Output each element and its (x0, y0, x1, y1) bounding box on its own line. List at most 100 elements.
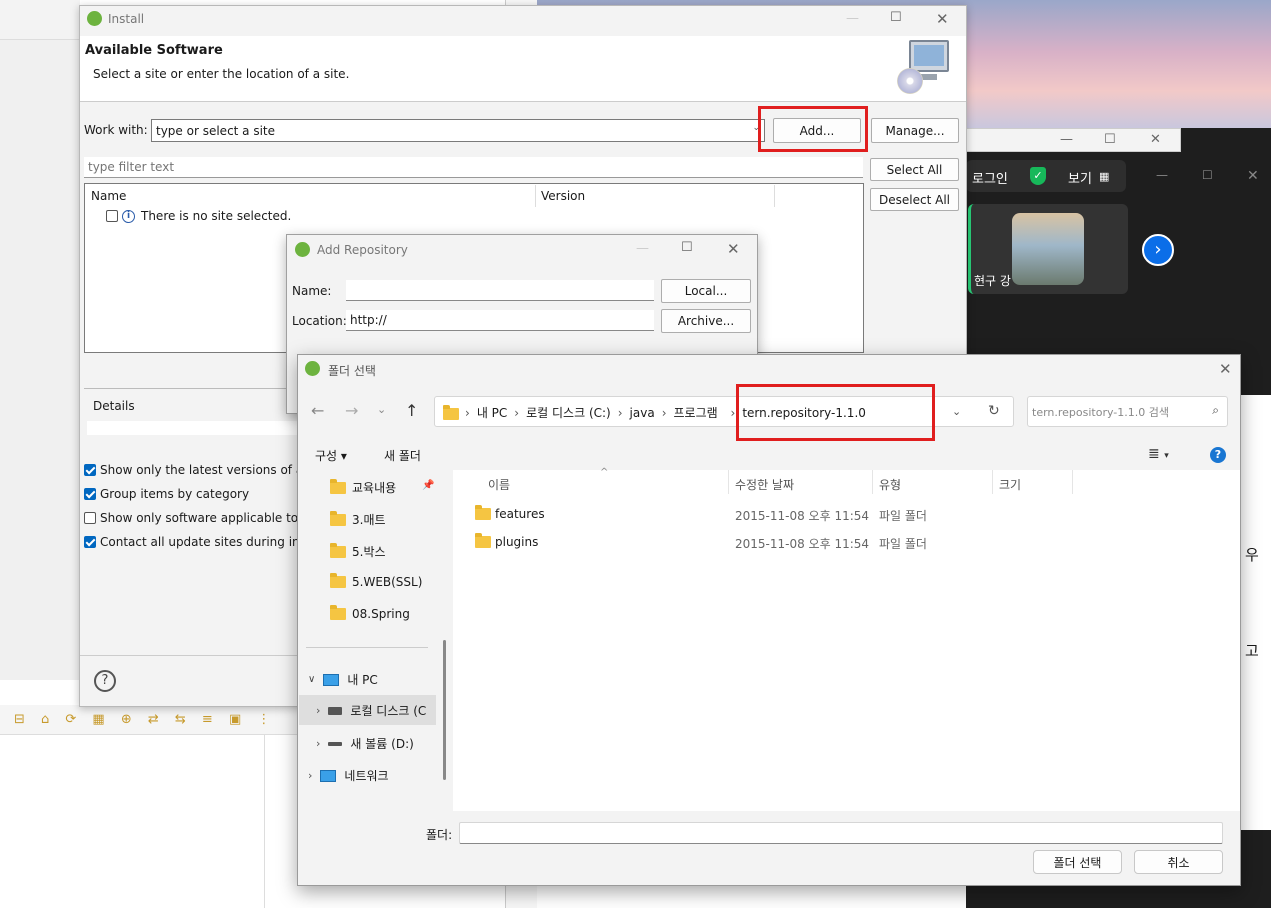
option-latest-checkbox[interactable] (84, 464, 96, 476)
network-row[interactable]: › 네트워크 (308, 767, 389, 784)
app-close-icon[interactable]: ✕ (1247, 168, 1259, 184)
table-row[interactable]: plugins (475, 533, 539, 549)
col-header-name[interactable]: Name (91, 189, 126, 203)
col-divider (535, 185, 536, 207)
eclipse-bottom-pane (0, 735, 300, 908)
drive-d-row[interactable]: › 새 볼륨 (D:) (316, 735, 414, 752)
col-header-size[interactable]: 크기 (999, 476, 1021, 493)
row-checkbox[interactable] (106, 210, 118, 222)
back-arrow-icon[interactable]: ← (311, 401, 324, 420)
up-arrow-icon[interactable]: ↑ (405, 401, 418, 420)
collapse-chevron-icon[interactable]: › (316, 704, 320, 717)
option-contact[interactable]: Contact all update sites during instal (84, 535, 321, 549)
nav-divider (306, 647, 428, 648)
forward-arrow-icon[interactable]: → (345, 401, 358, 420)
search-box[interactable]: tern.repository-1.1.0 검색 ⌕ (1027, 396, 1228, 427)
select-folder-button[interactable]: 폴더 선택 (1033, 850, 1122, 874)
next-arrow-icon[interactable]: › (1142, 234, 1174, 266)
drive-c-label: 로컬 디스크 (C (350, 704, 427, 718)
install-maximize-icon[interactable]: ☐ (890, 10, 902, 25)
local-button[interactable]: Local... (661, 279, 751, 303)
repo-close-icon[interactable]: ✕ (727, 240, 740, 258)
side-text-2: 고 (1245, 642, 1259, 660)
name-field[interactable] (346, 280, 654, 301)
col-header-name[interactable]: 이름 (488, 476, 510, 493)
collapse-chevron-icon[interactable]: › (316, 737, 320, 750)
drive-d-label: 새 볼륨 (D:) (350, 737, 414, 751)
recent-chevron-icon[interactable]: ⌄ (377, 403, 386, 416)
breadcrumb-item[interactable]: 내 PC (477, 404, 507, 421)
location-field[interactable]: http:// (346, 310, 654, 331)
breadcrumb-item[interactable]: 프로그램 (674, 404, 724, 421)
help-circle-icon[interactable]: ? (1210, 447, 1226, 463)
search-icon: ⌕ (1212, 403, 1219, 417)
organize-button[interactable]: 구성 ▾ (315, 447, 347, 464)
help-icon[interactable]: ? (94, 670, 116, 692)
shield-icon: ✓ (1030, 167, 1046, 185)
cancel-button[interactable]: 취소 (1134, 850, 1223, 874)
details-label: Details (93, 399, 135, 413)
breadcrumb-sep: › (730, 405, 736, 420)
collapse-chevron-icon[interactable]: › (308, 769, 312, 782)
network-label: 네트워크 (344, 769, 389, 783)
folder-icon (330, 542, 346, 558)
quick-access-item[interactable]: 5.박스 (330, 542, 386, 560)
breadcrumb-sep: › (617, 405, 623, 420)
select-all-button[interactable]: Select All (870, 158, 959, 181)
refresh-icon[interactable]: ↻ (988, 403, 1000, 419)
folder-close-icon[interactable]: ✕ (1219, 360, 1232, 378)
breadcrumb-item[interactable]: 로컬 디스크 (C:) (526, 404, 611, 421)
call-maximize-icon[interactable]: ☐ (1104, 132, 1116, 147)
col-header-type[interactable]: 유형 (879, 476, 901, 493)
table-row[interactable]: features (475, 505, 545, 521)
file-name: plugins (495, 535, 539, 549)
option-group[interactable]: Group items by category (84, 487, 249, 501)
view-options-icon[interactable]: ≣ ▾ (1148, 446, 1169, 462)
nav-scrollbar[interactable] (443, 640, 446, 780)
breadcrumb-item[interactable]: java (630, 406, 655, 420)
work-with-label: Work with: (84, 123, 148, 137)
login-button[interactable]: 로그인 (972, 168, 1008, 187)
option-applicable[interactable]: Show only software applicable to tar (84, 511, 319, 525)
side-text-1: 우 (1245, 546, 1259, 564)
quick-access-item[interactable]: 08.Spring (330, 605, 410, 621)
option-group-checkbox[interactable] (84, 488, 96, 500)
install-minimize-icon[interactable]: — (846, 11, 859, 26)
app-minimize-icon[interactable]: — (1156, 168, 1168, 182)
install-title: Install (108, 12, 145, 26)
quick-access-item[interactable]: 5.WEB(SSL) (330, 573, 422, 589)
call-close-icon[interactable]: ✕ (1150, 132, 1161, 147)
option-applicable-checkbox[interactable] (84, 512, 96, 524)
filter-input[interactable] (84, 157, 863, 178)
work-with-combo[interactable]: type or select a site ⌄ (151, 119, 765, 142)
highlight-path (736, 384, 935, 441)
archive-button[interactable]: Archive... (661, 309, 751, 333)
app-maximize-icon[interactable]: ☐ (1202, 168, 1213, 182)
folder-field[interactable] (459, 822, 1223, 844)
install-close-icon[interactable]: ✕ (936, 10, 949, 28)
breadcrumb-sep: › (514, 405, 520, 420)
expand-chevron-icon[interactable]: ∨ (308, 674, 315, 685)
empty-row-label: There is no site selected. (141, 209, 292, 223)
folder-dialog-title: 폴더 선택 (328, 364, 376, 378)
folder-icon (475, 505, 491, 520)
this-pc-item[interactable]: ∨ 내 PC (308, 671, 378, 688)
option-latest[interactable]: Show only the latest versions of avai (84, 463, 321, 477)
repo-minimize-icon[interactable]: — (636, 241, 649, 256)
manage-button[interactable]: Manage... (871, 118, 959, 143)
col-header-date[interactable]: 수정한 날짜 (735, 476, 794, 493)
call-window-titlebar (966, 128, 1181, 152)
quick-access-item[interactable]: 3.매트 (330, 510, 386, 528)
drive-c-row[interactable]: › 로컬 디스크 (C (316, 702, 436, 719)
repo-maximize-icon[interactable]: ☐ (681, 240, 693, 255)
call-minimize-icon[interactable]: — (1060, 132, 1073, 147)
col-header-version[interactable]: Version (541, 189, 585, 203)
quick-access-label: 5.박스 (352, 545, 386, 559)
deselect-all-button[interactable]: Deselect All (870, 188, 959, 211)
quick-access-label: 08.Spring (352, 607, 410, 621)
option-contact-checkbox[interactable] (84, 536, 96, 548)
quick-access-item[interactable]: 교육내용 (330, 478, 396, 496)
address-dropdown-icon[interactable]: ⌄ (952, 405, 961, 418)
new-folder-button[interactable]: 새 폴더 (384, 447, 421, 464)
view-button[interactable]: 보기 (1068, 168, 1092, 187)
